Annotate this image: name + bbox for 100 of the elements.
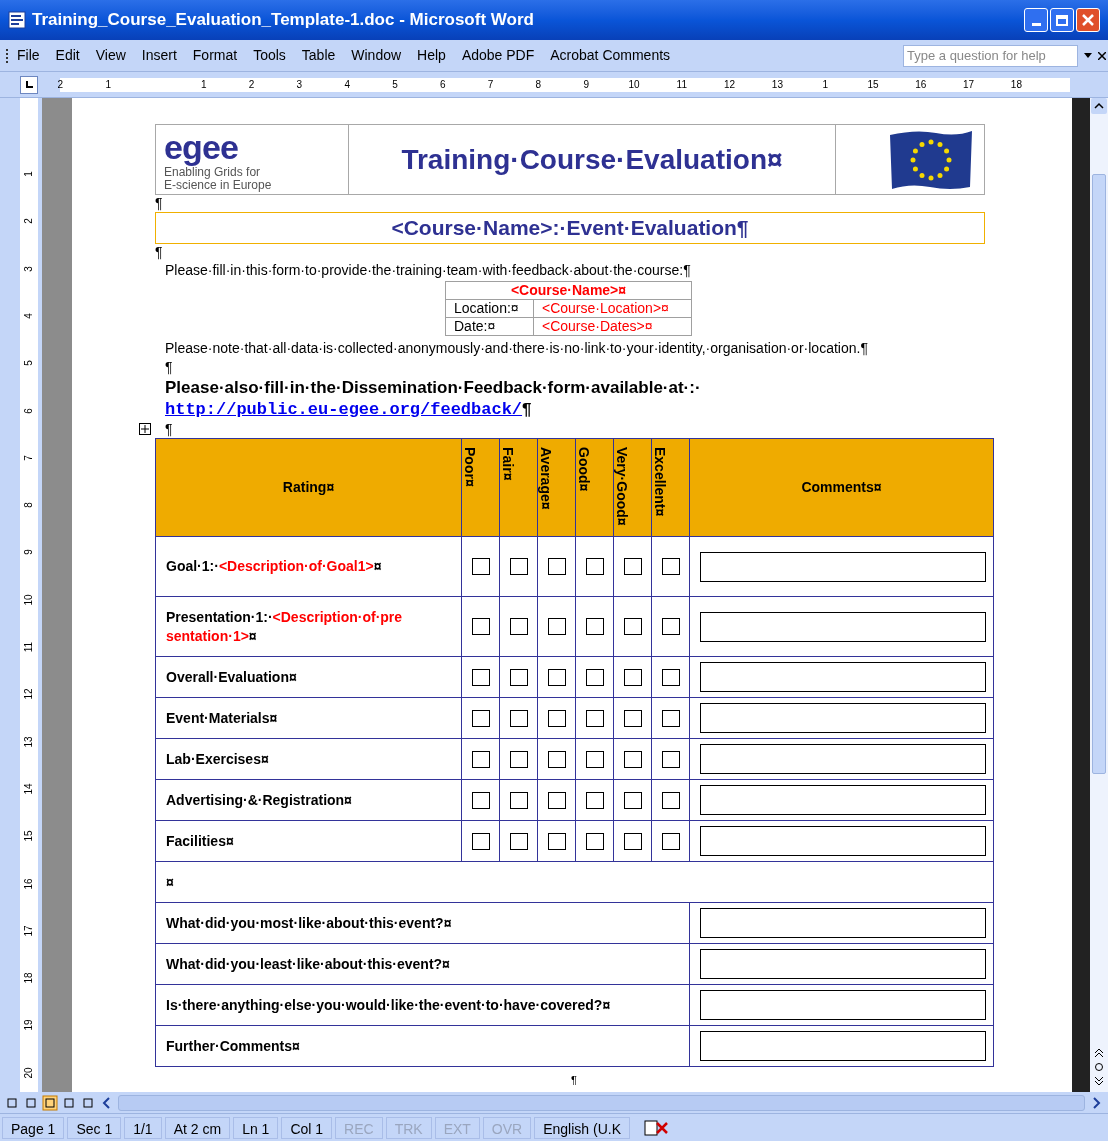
comment-field[interactable] [700,826,986,856]
checkbox[interactable] [623,709,642,727]
checkbox[interactable] [623,668,642,686]
checkbox[interactable] [661,618,680,635]
ruler-number: 9 [23,548,35,558]
checkbox[interactable] [661,832,680,850]
checkbox[interactable] [509,832,528,850]
feedback-link[interactable]: http://public.eu-egee.org/feedback/ [165,399,523,421]
paragraph-mark: ¶ [571,1074,577,1086]
previous-page-icon[interactable] [1092,1046,1106,1060]
maximize-button[interactable] [1050,8,1074,32]
comment-field[interactable] [700,908,986,938]
ruler-number: 8 [23,501,35,510]
checkbox[interactable] [585,791,604,809]
menu-item[interactable]: Insert [133,45,185,66]
checkbox[interactable] [661,558,680,575]
checkbox[interactable] [585,750,604,768]
ruler-number: 2 [57,77,64,92]
menu-item[interactable]: View [87,45,134,66]
checkbox[interactable] [661,709,680,727]
menu-item[interactable]: Help [409,45,454,66]
word-document-icon [8,11,26,29]
ruler-number: 10 [628,77,640,92]
comment-field[interactable] [700,551,986,582]
checkbox[interactable] [509,558,528,575]
comment-field[interactable] [700,1031,986,1061]
checkbox[interactable] [509,791,528,809]
menu-item[interactable]: File [9,45,48,66]
checkbox[interactable] [623,558,642,575]
status-field: TRK [385,1116,432,1139]
next-page-icon[interactable] [1092,1074,1106,1088]
menu-item[interactable]: Format [184,45,246,66]
menu-item[interactable]: Adobe PDF [453,45,543,66]
checkbox[interactable] [509,750,528,768]
checkbox[interactable] [471,558,490,575]
grip-icon [6,48,9,63]
checkbox[interactable] [585,709,604,727]
comment-field[interactable] [700,744,986,774]
checkbox[interactable] [547,618,566,635]
tab-selector-icon[interactable] [20,75,38,94]
paragraph-mark: ¶ [522,399,532,421]
comment-field[interactable] [700,703,986,733]
menu-item[interactable]: Edit [47,45,88,66]
comment-field[interactable] [700,785,986,815]
checkbox[interactable] [471,832,490,850]
browse-object-icon[interactable] [1092,1060,1106,1074]
checkbox[interactable] [471,618,490,635]
checkbox[interactable] [547,750,566,768]
comment-field[interactable] [700,611,986,642]
checkbox[interactable] [547,791,566,809]
checkbox[interactable] [547,709,566,727]
comment-field[interactable] [700,990,986,1020]
minimize-button[interactable] [1024,8,1048,32]
dropdown-caret-icon[interactable] [1084,52,1092,59]
checkbox[interactable] [471,709,490,727]
checkbox[interactable] [471,750,490,768]
checkbox[interactable] [509,709,528,727]
checkbox[interactable] [585,618,604,635]
checkbox[interactable] [585,832,604,850]
comment-field[interactable] [700,949,986,979]
spelling-status-icon [643,1118,669,1137]
info-label: Location:¤ [454,300,519,316]
status-field: Col 1 [281,1116,333,1139]
paragraph-mark: ¶ [165,421,174,437]
checkbox[interactable] [547,668,566,686]
help-search-field[interactable]: Type a question for help [903,44,1078,67]
checkbox[interactable] [585,558,604,575]
checkbox[interactable] [661,750,680,768]
menu-item[interactable]: Acrobat Comments [542,45,679,66]
comment-field[interactable] [700,662,986,692]
checkbox[interactable] [623,832,642,850]
menu-item[interactable]: Tools [245,45,294,66]
checkbox[interactable] [471,791,490,809]
vertical-scrollbar[interactable] [1090,98,1108,1092]
rating-label: Facilities¤ [166,831,235,851]
menu-item[interactable]: Window [343,45,410,66]
horizontal-scrollbar[interactable] [118,1094,1085,1111]
table-move-handle-icon[interactable] [139,423,151,435]
info-label: Date:¤ [454,318,496,334]
close-button[interactable] [1076,8,1100,32]
ruler-number: 3 [296,77,303,92]
checkbox[interactable] [547,558,566,575]
close-icon[interactable] [1098,51,1106,60]
checkbox[interactable] [509,668,528,686]
scroll-thumb[interactable] [1092,174,1106,774]
checkbox[interactable] [623,791,642,809]
ruler-number: 3 [23,264,35,274]
menu-item[interactable]: Table [293,45,344,66]
checkbox[interactable] [661,791,680,809]
checkbox[interactable] [471,668,490,686]
checkbox[interactable] [623,750,642,768]
checkbox[interactable] [509,618,528,635]
ruler-number: 4 [23,312,35,321]
checkbox[interactable] [585,668,604,686]
print-layout-icon[interactable] [42,1094,58,1111]
status-field: At 2 cm [164,1116,231,1139]
scroll-up-icon[interactable] [1091,98,1107,114]
checkbox[interactable] [547,832,566,850]
checkbox[interactable] [623,618,642,635]
checkbox[interactable] [661,668,680,686]
